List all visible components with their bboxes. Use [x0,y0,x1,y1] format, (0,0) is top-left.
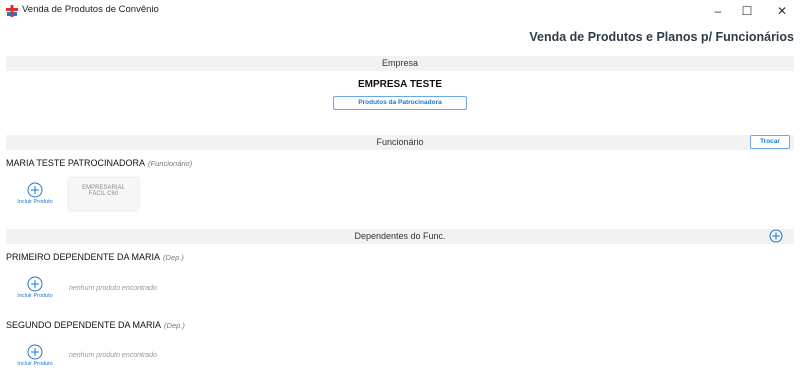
employee-add-product-button[interactable]: Incluir Produto [13,182,57,205]
dependent-name-row: SEGUNDO DEPENDENTE DA MARIA (Dep.) [6,320,185,330]
empty-products-message: nenhum produto encontrado [69,352,157,359]
add-product-label: Incluir Produto [17,293,53,299]
section-header-dependentes: Dependentes do Func. [6,229,794,244]
dependent-role: (Dep.) [163,253,184,262]
section-header-funcionario: Funcionário [6,135,794,150]
sponsor-products-button[interactable]: Produtos da Patrocinadora [333,96,467,110]
maximize-button[interactable]: ☐ [736,2,758,20]
company-name: EMPRESA TESTE [357,79,443,90]
add-product-label: Incluir Produto [17,361,53,367]
empty-products-message: nenhum produto encontrado [69,285,157,292]
dependent-add-product-button[interactable]: Incluir Produto [13,344,57,367]
dependent-name: SEGUNDO DEPENDENTE DA MARIA [6,320,162,330]
swap-employee-button[interactable]: Trocar [750,135,790,149]
minimize-button[interactable]: – [707,2,729,20]
product-card[interactable]: EMPRESARIAL FÁCIL C60 [69,178,138,210]
add-circle-icon [27,182,43,198]
window-title: Venda de Produtos de Convênio [22,4,159,15]
dependent-name-row: PRIMEIRO DEPENDENTE DA MARIA (Dep.) [6,252,184,262]
dependent-role: (Dep.) [164,321,185,330]
add-dependent-icon[interactable] [769,229,783,243]
dependent-name: PRIMEIRO DEPENDENTE DA MARIA [6,252,161,262]
close-button[interactable]: ✕ [771,2,793,20]
page-title: Venda de Produtos e Planos p/ Funcionári… [529,30,794,44]
employee-role: (Funcionário) [148,159,193,168]
dependent-add-product-button[interactable]: Incluir Produto [13,276,57,299]
add-circle-icon [27,276,43,292]
window-titlebar: Venda de Produtos de Convênio – ☐ ✕ [0,0,800,22]
employee-name-row: MARIA TESTE PATROCINADORA (Funcionário) [6,158,192,168]
product-card-line2: FÁCIL C60 [88,191,119,197]
add-circle-icon [27,344,43,360]
employee-name: MARIA TESTE PATROCINADORA [6,158,146,168]
section-header-empresa: Empresa [6,56,794,71]
add-product-label: Incluir Produto [17,199,53,205]
app-logo-icon [6,5,18,17]
